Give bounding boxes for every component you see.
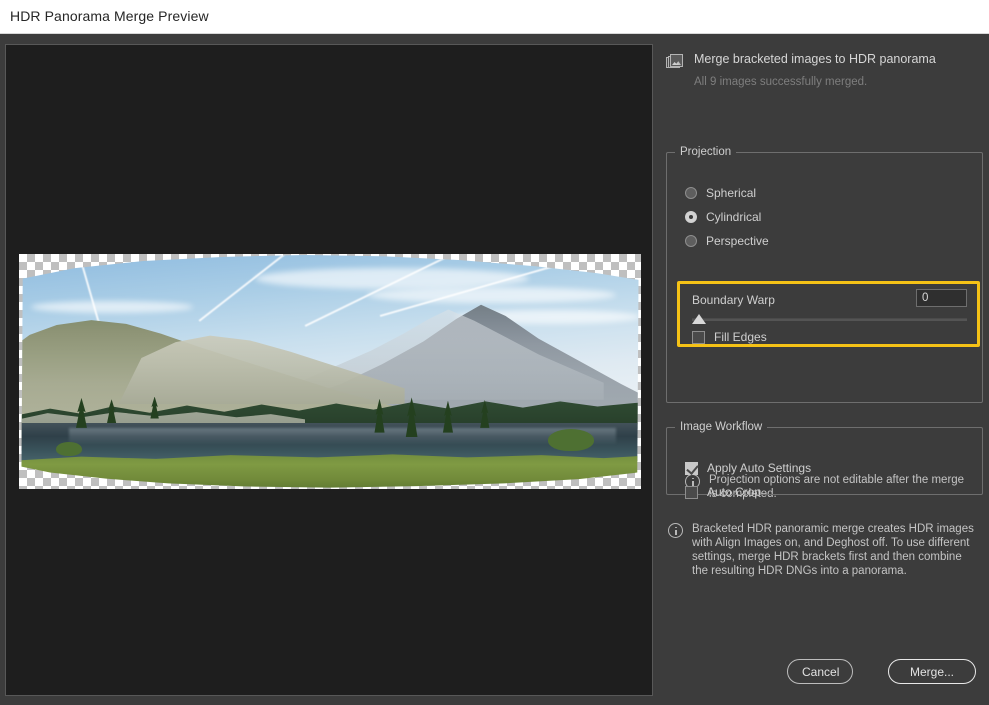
projection-legend: Projection bbox=[675, 146, 736, 158]
panorama-image bbox=[19, 254, 641, 489]
image-workflow-group: Image Workflow Apply Auto Settings Auto … bbox=[666, 421, 983, 495]
page-title: HDR Panorama Merge Preview bbox=[10, 8, 209, 24]
radio-projection-cylindrical[interactable]: Cylindrical bbox=[685, 210, 761, 224]
boundary-warp-value-input[interactable] bbox=[916, 289, 967, 307]
checkbox-label-fill-edges: Fill Edges bbox=[714, 330, 767, 344]
window-title-bar: HDR Panorama Merge Preview bbox=[0, 0, 989, 34]
bush bbox=[56, 442, 82, 456]
radio-projection-perspective[interactable]: Perspective bbox=[685, 234, 769, 248]
merge-header: Merge bracketed images to HDR panorama bbox=[666, 52, 936, 71]
radio-label-spherical: Spherical bbox=[706, 186, 756, 200]
checkbox-fill-edges[interactable]: Fill Edges bbox=[692, 330, 767, 344]
lake-reflection bbox=[69, 428, 616, 444]
bracketed-merge-note: Bracketed HDR panoramic merge creates HD… bbox=[668, 522, 976, 578]
panorama-preview-panel[interactable] bbox=[5, 44, 653, 696]
radio-label-perspective: Perspective bbox=[706, 234, 769, 248]
checkbox-label-auto-crop: Auto Crop bbox=[707, 485, 761, 499]
checkbox-checked-icon bbox=[685, 462, 698, 475]
radio-circle-icon bbox=[685, 235, 697, 247]
boundary-warp-slider[interactable] bbox=[692, 314, 967, 325]
radio-circle-icon bbox=[685, 187, 697, 199]
merge-status-text: All 9 images successfully merged. bbox=[694, 76, 867, 88]
cancel-button[interactable]: Cancel bbox=[787, 659, 853, 684]
merge-header-title: Merge bracketed images to HDR panorama bbox=[694, 52, 936, 66]
boundary-warp-label: Boundary Warp bbox=[692, 293, 775, 307]
bracketed-merge-note-text: Bracketed HDR panoramic merge creates HD… bbox=[692, 522, 976, 578]
bush bbox=[548, 429, 594, 451]
radio-label-cylindrical: Cylindrical bbox=[706, 210, 761, 224]
checkbox-apply-auto-settings[interactable]: Apply Auto Settings bbox=[685, 461, 811, 475]
radio-circle-selected-icon bbox=[685, 211, 697, 223]
radio-projection-spherical[interactable]: Spherical bbox=[685, 186, 756, 200]
panorama-image-wrapper bbox=[19, 254, 641, 489]
checkbox-auto-crop[interactable]: Auto Crop bbox=[685, 485, 761, 499]
boundary-warp-highlight-box: Boundary Warp Fill Edges bbox=[677, 281, 980, 347]
merge-button[interactable]: Merge... bbox=[888, 659, 976, 684]
info-icon bbox=[668, 523, 683, 538]
slider-track bbox=[692, 318, 967, 321]
settings-panel: Merge bracketed images to HDR panorama A… bbox=[660, 44, 989, 705]
cloud-wisp bbox=[31, 301, 193, 313]
image-workflow-legend: Image Workflow bbox=[675, 421, 767, 433]
slider-thumb-handle[interactable] bbox=[692, 314, 706, 324]
checkbox-label-apply-auto-settings: Apply Auto Settings bbox=[707, 461, 811, 475]
projection-group: Projection Spherical Cylindrical Perspec… bbox=[666, 146, 983, 403]
checkbox-box-icon bbox=[692, 331, 705, 344]
stacked-images-icon bbox=[666, 54, 684, 71]
checkbox-box-icon bbox=[685, 486, 698, 499]
